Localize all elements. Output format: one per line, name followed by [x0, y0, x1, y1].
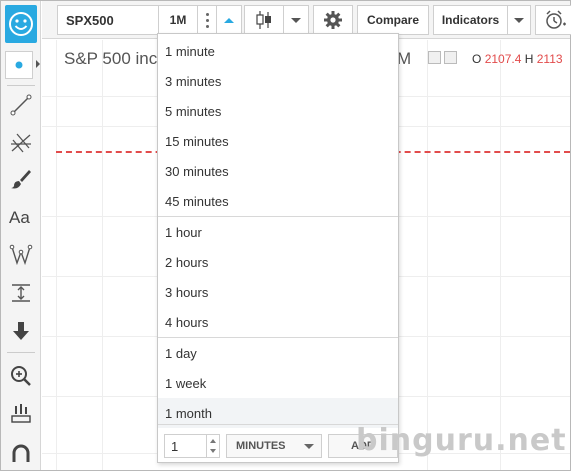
- toolbar-divider: [7, 85, 35, 86]
- brush-icon: [11, 170, 31, 189]
- zoom-in-icon: [11, 366, 31, 386]
- indicators-dropdown[interactable]: [508, 5, 531, 35]
- grid-line: [500, 40, 501, 470]
- settings-button[interactable]: [313, 5, 353, 35]
- watermark: binguru.net: [356, 423, 567, 458]
- unit-label: MINUTES: [236, 440, 286, 452]
- menu-item-1-week[interactable]: 1 week: [158, 368, 398, 398]
- high-label: H: [524, 52, 534, 66]
- menu-item-3-minutes[interactable]: 3 minutes: [158, 66, 398, 96]
- grid-line: [56, 40, 57, 470]
- stepper-down-icon[interactable]: [210, 449, 216, 453]
- interval-dropdown-toggle[interactable]: [216, 5, 242, 35]
- chart-style-dropdown[interactable]: [284, 5, 309, 35]
- smiley-icon[interactable]: [5, 5, 37, 43]
- alert-button[interactable]: [535, 5, 571, 35]
- magnet-icon: [12, 444, 30, 462]
- drawing-toolbar: Aa: [1, 1, 41, 470]
- menu-item-1-hour[interactable]: 1 hour: [158, 217, 398, 247]
- more-options-button[interactable]: [198, 5, 216, 35]
- arrow-down-tool[interactable]: [6, 316, 36, 346]
- ruler-icon: [11, 404, 31, 423]
- menu-item-1-day[interactable]: 1 day: [158, 338, 398, 368]
- trend-line-icon: [10, 94, 32, 116]
- menu-item-2-hours[interactable]: 2 hours: [158, 247, 398, 277]
- indicators-button[interactable]: Indicators: [433, 5, 508, 35]
- text-tool[interactable]: Aa: [6, 202, 36, 232]
- candlestick-icon: [256, 11, 271, 29]
- magnet-tool[interactable]: [6, 439, 36, 469]
- gear-icon: [324, 11, 342, 29]
- indicators-label: Indicators: [441, 13, 500, 27]
- grid-line: [427, 40, 428, 470]
- pitchfork-icon: [11, 133, 31, 153]
- interval-label: 1M: [169, 13, 187, 27]
- cursor-tool-button[interactable]: [5, 51, 33, 79]
- cursor-options-caret-icon[interactable]: [36, 60, 40, 68]
- trend-line-tool[interactable]: [6, 90, 36, 120]
- menu-item-3-hours[interactable]: 3 hours: [158, 277, 398, 307]
- quantity-stepper[interactable]: [206, 434, 220, 458]
- settings-small-icon[interactable]: [444, 51, 457, 64]
- menu-item-45-minutes[interactable]: 45 minutes: [158, 186, 398, 216]
- stepper-up-icon[interactable]: [210, 439, 216, 443]
- ruler-tool[interactable]: [6, 398, 36, 428]
- svg-text:Aa: Aa: [9, 208, 30, 227]
- high-value: 2113: [536, 52, 563, 66]
- interval-unit-select[interactable]: MINUTES: [226, 434, 322, 458]
- menu-item-1-minute[interactable]: 1 minute: [158, 36, 398, 66]
- measure-tool[interactable]: [6, 278, 36, 308]
- chevron-down-icon: [291, 17, 301, 23]
- ohlc-readout: O 2107.4 H 2113: [472, 52, 563, 66]
- menu-item-15-minutes[interactable]: 15 minutes: [158, 126, 398, 156]
- fib-tool[interactable]: [6, 127, 36, 157]
- open-value: 2107.4: [484, 52, 522, 66]
- vertical-dots-icon: [205, 12, 209, 28]
- chevron-down-icon: [304, 444, 314, 449]
- toolbar-divider: [7, 352, 35, 353]
- measure-icon: [12, 284, 30, 302]
- interval-button[interactable]: 1M: [158, 5, 198, 35]
- chart-style-button[interactable]: [244, 5, 284, 35]
- compare-label: Compare: [366, 13, 419, 27]
- dot-cursor-icon: [15, 61, 23, 69]
- legend-controls[interactable]: [428, 51, 457, 64]
- text-icon: Aa: [9, 208, 30, 227]
- open-label: O: [472, 52, 482, 66]
- pattern-tool[interactable]: [6, 240, 36, 270]
- hide-icon[interactable]: [428, 51, 441, 64]
- chevron-down-icon: [514, 17, 524, 23]
- zoom-tool[interactable]: [6, 361, 36, 391]
- brush-tool[interactable]: [6, 164, 36, 194]
- alarm-clock-icon: [546, 10, 566, 29]
- chart-title-tail: M: [397, 49, 412, 68]
- compare-button[interactable]: Compare: [357, 5, 429, 35]
- menu-item-5-minutes[interactable]: 5 minutes: [158, 96, 398, 126]
- menu-item-30-minutes[interactable]: 30 minutes: [158, 156, 398, 186]
- arrow-down-icon: [13, 322, 29, 340]
- chevron-up-icon: [224, 17, 234, 23]
- grid-line: [102, 40, 103, 470]
- menu-item-4-hours[interactable]: 4 hours: [158, 307, 398, 337]
- chart-title: S&P 500 inc: [64, 49, 158, 68]
- interval-menu: 1 minute 3 minutes 5 minutes 15 minutes …: [157, 33, 399, 463]
- pattern-icon: [9, 244, 33, 266]
